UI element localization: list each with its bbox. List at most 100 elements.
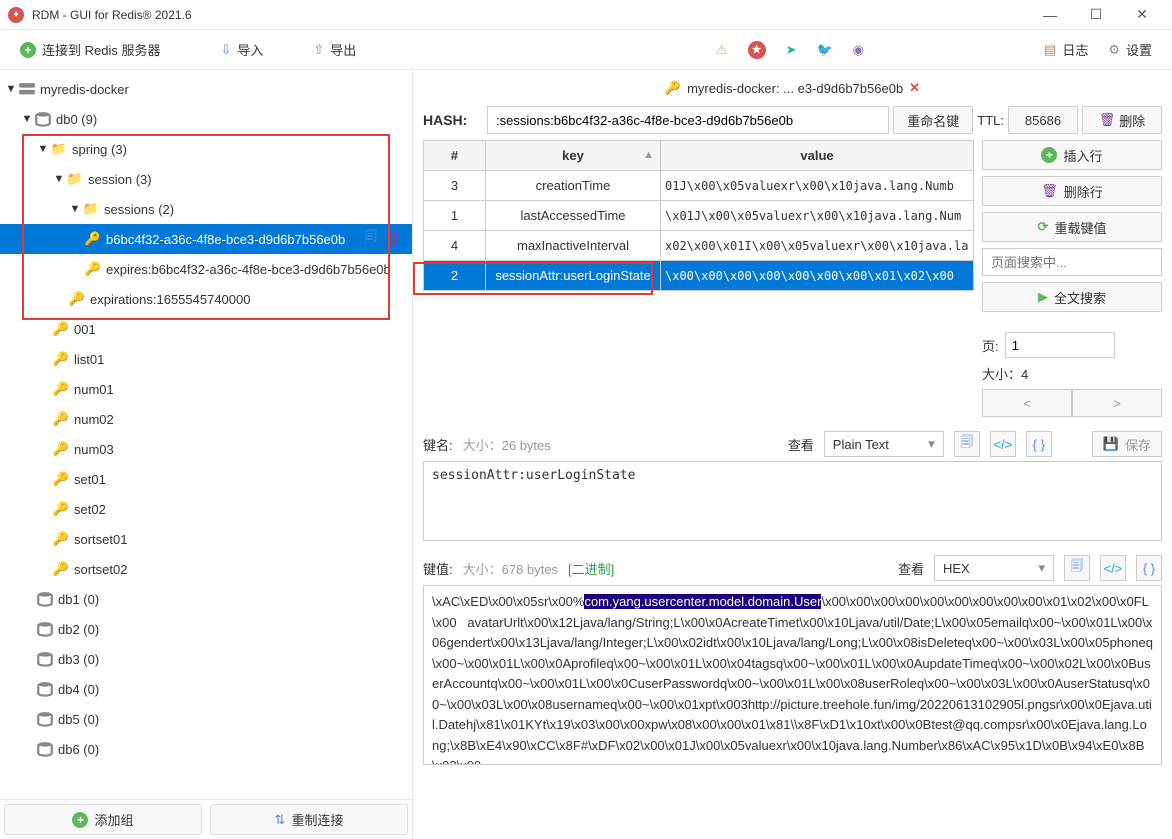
tree-key-selected[interactable]: 🔑 b6bc4f32-a36c-4f8e-bce3-d9d6b7b56e0b 🗐… <box>0 224 412 254</box>
reload-icon: ⟳ <box>1038 219 1049 235</box>
tree-session[interactable]: 📁 session (3) <box>0 164 412 194</box>
code-button[interactable]: </> <box>1100 555 1126 581</box>
table-row-selected[interactable]: 2sessionAttr:userLoginState\x00\x00\x00\… <box>424 261 974 291</box>
alert-icon[interactable]: ⚠ <box>706 38 738 62</box>
toolbar: + 连接到 Redis 服务器 ⇩ 导入 ⇧ 导出 ⚠ ★ ➤ 🐦 ◉ ▤ 日志… <box>0 30 1172 70</box>
key-icon: 🔑 <box>52 470 70 488</box>
app-icon: ♦ <box>8 7 24 23</box>
value-hex[interactable]: \xAC\xED\x00\x05sr\x00%com.yang.usercent… <box>423 585 1162 765</box>
tree-key[interactable]: 🔑sortset01 <box>0 524 412 554</box>
page-input[interactable] <box>1005 332 1115 358</box>
connection-tree-panel: myredis-docker db0 (9) 📁 spring (3) 📁 se… <box>0 70 413 839</box>
tree-server[interactable]: myredis-docker <box>0 74 412 104</box>
reconnect-button[interactable]: ⇅ 重制连接 <box>210 804 408 835</box>
key-icon: 🔑 <box>52 560 70 578</box>
trash-icon: 🗑 <box>1099 112 1116 128</box>
tree-db[interactable]: db5 (0) <box>0 704 412 734</box>
json-button[interactable]: { } <box>1136 555 1162 581</box>
ttl-button[interactable]: 85686 <box>1008 106 1078 134</box>
tree-key[interactable]: 🔑set01 <box>0 464 412 494</box>
tree-key[interactable]: 🔑set02 <box>0 494 412 524</box>
minimize-button[interactable]: — <box>1028 1 1072 29</box>
copy-button[interactable]: 🗐 <box>954 431 980 457</box>
tree-key[interactable]: 🔑num02 <box>0 404 412 434</box>
tree-key[interactable]: 🔑num03 <box>0 434 412 464</box>
star-icon[interactable]: ★ <box>738 37 776 63</box>
tab-close-button[interactable]: ✕ <box>909 80 920 96</box>
group-icon[interactable]: ◉ <box>843 38 874 62</box>
titlebar: ♦ RDM - GUI for Redis® 2021.6 — ☐ ✕ <box>0 0 1172 30</box>
plus-icon: + <box>72 812 88 828</box>
save-key-button[interactable]: 💾保存 <box>1092 431 1162 457</box>
full-search-button[interactable]: ▶全文搜索 <box>982 282 1162 312</box>
folder-icon: 📁 <box>50 140 68 158</box>
export-button[interactable]: ⇧ 导出 <box>303 36 366 63</box>
sort-icon: ▲ <box>643 149 654 161</box>
tree-db[interactable]: db2 (0) <box>0 614 412 644</box>
page-next-button[interactable]: > <box>1072 389 1162 417</box>
telegram-icon[interactable]: ➤ <box>776 38 807 62</box>
tree-key-expirations[interactable]: 🔑 expirations:1655545740000 <box>0 284 412 314</box>
rename-button[interactable]: 重命名键 <box>893 106 973 134</box>
col-index[interactable]: # <box>424 141 486 171</box>
tree-key-expires[interactable]: 🔑 expires:b6bc4f32-a36c-4f8e-bce3-d9d6b7… <box>0 254 412 284</box>
tree-key[interactable]: 🔑sortset02 <box>0 554 412 584</box>
maximize-button[interactable]: ☐ <box>1074 1 1118 29</box>
tree-spring[interactable]: 📁 spring (3) <box>0 134 412 164</box>
folder-icon: 📁 <box>82 200 100 218</box>
page-prev-button[interactable]: < <box>982 389 1072 417</box>
tree-db0[interactable]: db0 (9) <box>0 104 412 134</box>
keyname-size: 大小：26 bytes <box>463 435 551 454</box>
tab-header: 🔑 myredis-docker: ... e3-d9d6b7b56e0b ✕ <box>413 74 1172 102</box>
settings-button[interactable]: ⚙ 设置 <box>1098 36 1162 63</box>
view-label: 查看 <box>788 435 814 454</box>
page-search-input[interactable] <box>982 248 1162 276</box>
key-text[interactable]: sessionAttr:userLoginState <box>423 461 1162 541</box>
key-icon: 🔑 <box>52 440 70 458</box>
tree-db[interactable]: db1 (0) <box>0 584 412 614</box>
db-icon <box>34 110 52 128</box>
connection-tree[interactable]: myredis-docker db0 (9) 📁 spring (3) 📁 se… <box>0 70 412 799</box>
copy-button[interactable]: 🗐 <box>1064 555 1090 581</box>
import-button[interactable]: ⇩ 导入 <box>210 36 273 63</box>
trash-icon[interactable]: 🗑 <box>384 230 402 248</box>
key-icon: 🔑 <box>52 410 70 428</box>
key-icon: 🔑 <box>52 350 70 368</box>
gear-icon: ⚙ <box>1108 42 1120 58</box>
chevron-down-icon: ▾ <box>1038 560 1045 576</box>
value-label: 键值: <box>423 559 453 578</box>
table-row[interactable]: 4maxInactiveIntervalx02\x00\x01I\x00\x05… <box>424 231 974 261</box>
value-view-mode-select[interactable]: HEX▾ <box>934 555 1054 581</box>
hash-table[interactable]: # key▲ value 3creationTime01J\x00\x05val… <box>423 140 974 291</box>
log-icon: ▤ <box>1044 42 1056 58</box>
col-key[interactable]: key▲ <box>486 141 661 171</box>
twitter-icon[interactable]: 🐦 <box>806 38 842 62</box>
json-button[interactable]: { } <box>1026 431 1052 457</box>
tree-db[interactable]: db3 (0) <box>0 644 412 674</box>
key-view-mode-select[interactable]: Plain Text▾ <box>824 431 944 457</box>
log-button[interactable]: ▤ 日志 <box>1034 36 1098 63</box>
tree-db[interactable]: db4 (0) <box>0 674 412 704</box>
code-button[interactable]: </> <box>990 431 1016 457</box>
connect-button[interactable]: + 连接到 Redis 服务器 <box>10 36 170 63</box>
key-icon: 🔑 <box>68 290 86 308</box>
key-icon: 🔑 <box>52 530 70 548</box>
tree-db[interactable]: db6 (0) <box>0 734 412 764</box>
insert-row-button[interactable]: +插入行 <box>982 140 1162 170</box>
reload-button[interactable]: ⟳重载键值 <box>982 212 1162 242</box>
delete-key-button[interactable]: 🗑 删除 <box>1082 106 1162 134</box>
add-group-button[interactable]: + 添加组 <box>4 804 202 835</box>
key-name-input[interactable] <box>487 106 889 134</box>
table-row[interactable]: 3creationTime01J\x00\x05valuexr\x00\x10j… <box>424 171 974 201</box>
close-button[interactable]: ✕ <box>1120 1 1164 29</box>
tree-key[interactable]: 🔑num01 <box>0 374 412 404</box>
table-row[interactable]: 1lastAccessedTime\x01J\x00\x05valuexr\x0… <box>424 201 974 231</box>
col-value[interactable]: value <box>661 141 974 171</box>
tree-key[interactable]: 🔑001 <box>0 314 412 344</box>
tree-sessions[interactable]: 📁 sessions (2) <box>0 194 412 224</box>
delete-row-button[interactable]: 🗑删除行 <box>982 176 1162 206</box>
copy-icon[interactable]: 🗐 <box>362 230 380 248</box>
key-icon: 🔑 <box>665 80 681 96</box>
tree-key[interactable]: 🔑list01 <box>0 344 412 374</box>
db-icon <box>36 590 54 608</box>
